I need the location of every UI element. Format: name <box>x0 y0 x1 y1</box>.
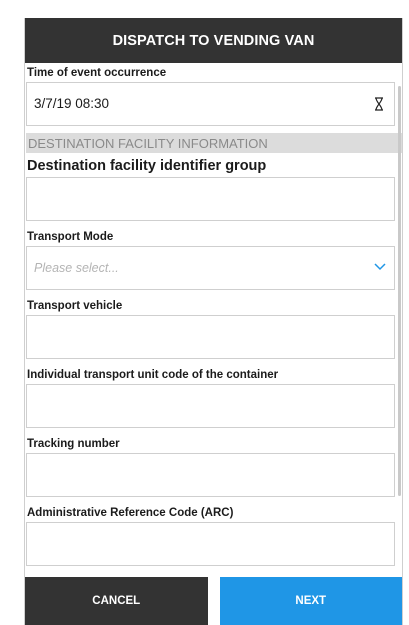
form-content: Time of event occurrence 3/7/19 08:30 DE… <box>25 63 402 625</box>
page-title: DISPATCH TO VENDING VAN <box>112 32 315 49</box>
arc-input[interactable] <box>26 522 395 566</box>
facility-group-input[interactable] <box>26 177 395 221</box>
event-time-field[interactable]: 3/7/19 08:30 <box>26 82 395 126</box>
section-title: DESTINATION FACILITY INFORMATION <box>28 135 268 151</box>
arc-label: Administrative Reference Code (ARC) <box>27 507 234 519</box>
tracking-number-label: Tracking number <box>27 438 120 450</box>
unit-code-input[interactable] <box>26 384 395 428</box>
hourglass-icon[interactable] <box>374 97 384 111</box>
header-bar: DISPATCH TO VENDING VAN <box>25 18 402 63</box>
transport-vehicle-input[interactable] <box>26 315 395 359</box>
event-time-label: Time of event occurrence <box>27 67 167 79</box>
transport-vehicle-label: Transport vehicle <box>27 300 123 312</box>
transport-mode-label: Transport Mode <box>27 231 114 243</box>
tracking-number-input[interactable] <box>26 453 395 497</box>
facility-group-label: Destination facility identifier group <box>27 158 267 174</box>
dispatch-form-window: DISPATCH TO VENDING VAN Time of event oc… <box>24 18 403 625</box>
cancel-button[interactable]: CANCEL <box>25 577 208 625</box>
footer-actions: CANCEL NEXT <box>25 577 402 625</box>
event-time-value: 3/7/19 08:30 <box>34 96 110 111</box>
transport-mode-placeholder: Please select... <box>34 261 119 275</box>
destination-section-header: DESTINATION FACILITY INFORMATION <box>26 133 402 153</box>
chevron-down-icon[interactable] <box>374 263 386 271</box>
unit-code-label: Individual transport unit code of the co… <box>27 369 279 381</box>
cancel-button-label: CANCEL <box>92 595 141 607</box>
scrollbar[interactable] <box>398 86 401 496</box>
next-button-label: NEXT <box>295 595 327 607</box>
next-button[interactable]: NEXT <box>219 577 402 625</box>
transport-mode-select[interactable]: Please select... <box>26 246 395 290</box>
